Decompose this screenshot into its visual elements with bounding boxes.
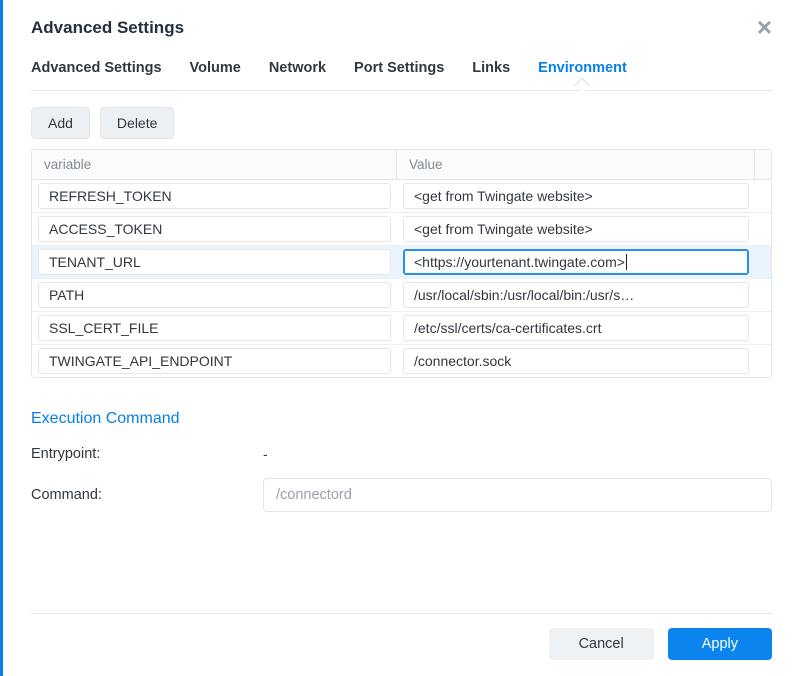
cell-value-text: <get from Twingate website> — [403, 183, 749, 209]
table-row[interactable]: TWINGATE_API_ENDPOINT/connector.sock — [32, 345, 771, 377]
cell-value[interactable]: <get from Twingate website> — [397, 213, 755, 245]
command-label: Command: — [31, 487, 263, 503]
cell-value-text: <https://yourtenant.twingate.com> — [403, 249, 749, 275]
cell-variable-text: REFRESH_TOKEN — [38, 183, 391, 209]
cell-value[interactable]: <get from Twingate website> — [397, 180, 755, 212]
cell-value-text: <get from Twingate website> — [403, 216, 749, 242]
cell-gap — [755, 279, 771, 311]
dialog-header: Advanced Settings × — [31, 18, 772, 38]
col-header-value[interactable]: Value — [397, 150, 755, 179]
env-toolbar: Add Delete — [31, 107, 772, 139]
table-row[interactable]: SSL_CERT_FILE/etc/ssl/certs/ca-certifica… — [32, 312, 771, 345]
cell-variable[interactable]: TENANT_URL — [32, 246, 397, 278]
cell-variable-text: TWINGATE_API_ENDPOINT — [38, 348, 391, 374]
cell-gap — [755, 213, 771, 245]
cell-value[interactable]: /usr/local/sbin:/usr/local/bin:/usr/s… — [397, 279, 755, 311]
cell-variable[interactable]: REFRESH_TOKEN — [32, 180, 397, 212]
cell-gap — [755, 345, 771, 377]
table-row[interactable]: REFRESH_TOKEN <get from Twingate website> — [32, 180, 771, 213]
cell-value-text: /etc/ssl/certs/ca-certificates.crt — [403, 315, 749, 341]
cell-value-text: /usr/local/sbin:/usr/local/bin:/usr/s… — [403, 282, 749, 308]
cell-variable[interactable]: TWINGATE_API_ENDPOINT — [32, 345, 397, 377]
add-button[interactable]: Add — [31, 107, 90, 139]
advanced-settings-dialog: Advanced Settings × Advanced Settings Vol… — [0, 0, 800, 676]
tab-advanced-settings[interactable]: Advanced Settings — [31, 56, 162, 90]
entrypoint-row: Entrypoint: - — [31, 446, 772, 462]
cell-variable-text: SSL_CERT_FILE — [38, 315, 391, 341]
cell-gap — [755, 180, 771, 212]
cell-gap — [755, 246, 771, 278]
tab-volume[interactable]: Volume — [190, 56, 241, 90]
execution-command-heading: Execution Command — [31, 410, 772, 428]
tab-port-settings[interactable]: Port Settings — [354, 56, 444, 90]
col-header-gap — [755, 150, 771, 179]
cell-variable-text: TENANT_URL — [38, 249, 391, 275]
cell-gap — [755, 312, 771, 344]
tab-links[interactable]: Links — [472, 56, 510, 90]
close-icon[interactable]: × — [757, 18, 772, 36]
cell-variable[interactable]: SSL_CERT_FILE — [32, 312, 397, 344]
env-table-header: variable Value — [32, 150, 771, 180]
text-caret — [626, 254, 627, 270]
entrypoint-label: Entrypoint: — [31, 446, 263, 462]
cell-value[interactable]: /etc/ssl/certs/ca-certificates.crt — [397, 312, 755, 344]
table-row[interactable]: PATH/usr/local/sbin:/usr/local/bin:/usr/… — [32, 279, 771, 312]
col-header-variable[interactable]: variable — [32, 150, 397, 179]
table-row[interactable]: TENANT_URL <https://yourtenant.twingate.c… — [32, 246, 771, 279]
cancel-button[interactable]: Cancel — [549, 628, 654, 660]
apply-button[interactable]: Apply — [668, 628, 772, 660]
cell-variable[interactable]: PATH — [32, 279, 397, 311]
command-input[interactable] — [263, 478, 772, 512]
tabs: Advanced Settings Volume Network Port Setti… — [31, 56, 772, 91]
entrypoint-value: - — [263, 446, 268, 462]
table-row[interactable]: ACCESS_TOKEN <get from Twingate website> — [32, 213, 771, 246]
cell-variable[interactable]: ACCESS_TOKEN — [32, 213, 397, 245]
tab-environment[interactable]: Environment — [538, 56, 627, 90]
dialog-footer: Cancel Apply — [31, 613, 772, 676]
cell-variable-text: PATH — [38, 282, 391, 308]
command-row: Command: — [31, 478, 772, 512]
tab-network[interactable]: Network — [269, 56, 326, 90]
delete-button[interactable]: Delete — [100, 107, 174, 139]
cell-value[interactable]: <https://yourtenant.twingate.com> — [397, 246, 755, 278]
cell-value[interactable]: /connector.sock — [397, 345, 755, 377]
dialog-title: Advanced Settings — [31, 18, 184, 38]
cell-value-text: /connector.sock — [403, 348, 749, 374]
env-table: variable Value REFRESH_TOKEN <get from Tw… — [31, 149, 772, 378]
cell-variable-text: ACCESS_TOKEN — [38, 216, 391, 242]
